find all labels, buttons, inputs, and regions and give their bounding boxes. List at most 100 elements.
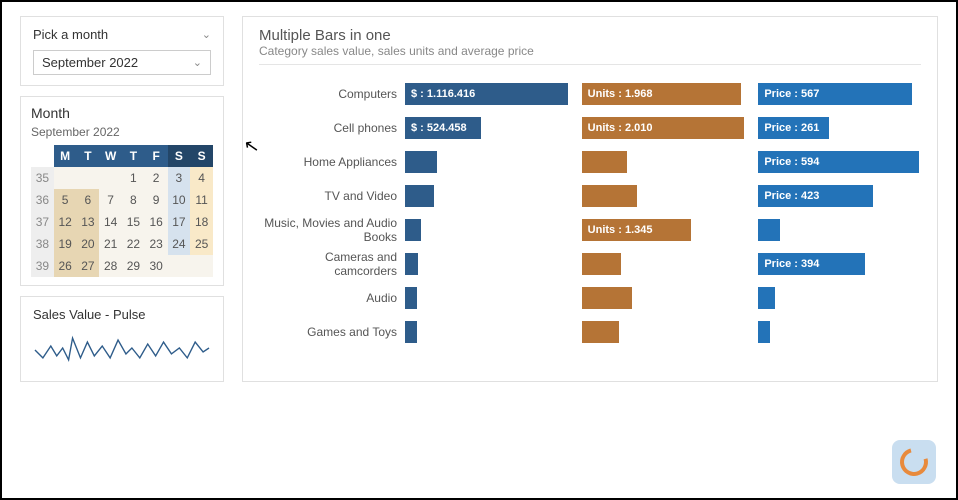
chart-title: Multiple Bars in one — [259, 27, 921, 44]
bar-value[interactable] — [405, 287, 417, 309]
bar-price[interactable] — [758, 287, 774, 309]
chart-panel: Multiple Bars in one Category sales valu… — [242, 16, 938, 382]
bar-units[interactable] — [582, 321, 619, 343]
bar-value[interactable] — [405, 219, 421, 241]
bar-price[interactable] — [758, 219, 780, 241]
calendar-day-cell[interactable]: 23 — [145, 233, 168, 255]
bar-value[interactable] — [405, 151, 437, 173]
chevron-down-icon: ⌄ — [193, 56, 202, 69]
calendar-day-cell[interactable]: 16 — [145, 211, 168, 233]
chart-row: Games and Toys — [259, 317, 921, 347]
category-label: Computers — [259, 87, 405, 101]
category-label: Cameras and camcorders — [259, 250, 405, 278]
bar-value[interactable] — [405, 253, 418, 275]
calendar-day-header: T — [122, 145, 145, 167]
calendar-day-cell[interactable]: 10 — [168, 189, 191, 211]
calendar-day-cell[interactable]: 27 — [77, 255, 100, 277]
calendar-day-header: S — [190, 145, 213, 167]
bar-price[interactable]: Price : 594 — [758, 151, 919, 173]
chart-row: Computers$ : 1.116.416 Units : 1.968 Price… — [259, 79, 921, 109]
calendar-day-cell — [99, 167, 122, 189]
chart-row: Music, Movies and Audio Books Units : 1.3… — [259, 215, 921, 245]
calendar-grid: MTWTFSS 35123436567891011371213141516171… — [31, 145, 213, 277]
bar-units[interactable]: Units : 2.010 — [582, 117, 745, 139]
bar-price[interactable] — [758, 321, 770, 343]
calendar-day-cell[interactable]: 12 — [54, 211, 77, 233]
calendar-day-cell[interactable]: 2 — [145, 167, 168, 189]
bar-value[interactable] — [405, 185, 434, 207]
calendar-day-cell[interactable]: 11 — [190, 189, 213, 211]
calendar-week-number: 36 — [31, 189, 54, 211]
category-label: Music, Movies and Audio Books — [259, 216, 405, 244]
calendar-week-number: 37 — [31, 211, 54, 233]
chart-row: Home AppliancesPrice : 594 — [259, 147, 921, 177]
chart-row: Cameras and camcorders Price : 394 — [259, 249, 921, 279]
pulse-title: Sales Value - Pulse — [33, 307, 211, 322]
calendar-day-cell[interactable]: 7 — [99, 189, 122, 211]
chart-row: Cell phones$ : 524.458 Units : 2.010 Price… — [259, 113, 921, 143]
category-label: Cell phones — [259, 121, 405, 135]
calendar-day-cell[interactable]: 18 — [190, 211, 213, 233]
chart-subtitle: Category sales value, sales units and av… — [259, 44, 921, 58]
calendar-day-cell[interactable]: 24 — [168, 233, 191, 255]
bar-value[interactable]: $ : 1.116.416 — [405, 83, 568, 105]
calendar-day-cell[interactable]: 3 — [168, 167, 191, 189]
calendar-day-cell[interactable]: 9 — [145, 189, 168, 211]
calendar-day-header: S — [168, 145, 191, 167]
bar-price[interactable]: Price : 423 — [758, 185, 873, 207]
calendar-day-header: W — [99, 145, 122, 167]
bar-price[interactable]: Price : 567 — [758, 83, 912, 105]
calendar-week-number: 39 — [31, 255, 54, 277]
calendar-title: Month — [31, 105, 213, 121]
chart-row: Audio — [259, 283, 921, 313]
pulse-sparkline — [33, 328, 211, 368]
calendar-day-cell[interactable]: 5 — [54, 189, 77, 211]
calendar-day-cell — [77, 167, 100, 189]
calendar-day-cell[interactable]: 15 — [122, 211, 145, 233]
calendar-day-cell[interactable]: 8 — [122, 189, 145, 211]
calendar-day-header: T — [77, 145, 100, 167]
calendar-day-cell — [168, 255, 191, 277]
bar-units[interactable] — [582, 151, 627, 173]
calendar-day-cell[interactable]: 22 — [122, 233, 145, 255]
bar-price[interactable]: Price : 394 — [758, 253, 865, 275]
calendar-day-cell[interactable]: 26 — [54, 255, 77, 277]
calendar-day-cell[interactable]: 13 — [77, 211, 100, 233]
collapse-icon[interactable]: ⌄ — [202, 28, 211, 41]
calendar-day-cell[interactable]: 6 — [77, 189, 100, 211]
calendar-day-cell[interactable]: 14 — [99, 211, 122, 233]
category-label: Games and Toys — [259, 325, 405, 339]
month-picker-title: Pick a month — [33, 27, 108, 42]
month-dropdown-value: September 2022 — [42, 55, 138, 70]
calendar-panel: Month September 2022 MTWTFSS 35123436567… — [20, 96, 224, 286]
calendar-day-header — [31, 145, 54, 167]
bar-units[interactable] — [582, 287, 632, 309]
bar-units[interactable]: Units : 1.345 — [582, 219, 691, 241]
calendar-day-header: M — [54, 145, 77, 167]
bar-units[interactable] — [582, 253, 622, 275]
calendar-day-cell[interactable]: 17 — [168, 211, 191, 233]
calendar-day-cell[interactable]: 4 — [190, 167, 213, 189]
bar-value[interactable] — [405, 321, 417, 343]
bar-value[interactable]: $ : 524.458 — [405, 117, 481, 139]
calendar-day-cell[interactable]: 21 — [99, 233, 122, 255]
bar-units[interactable]: Units : 1.968 — [582, 83, 741, 105]
calendar-day-cell — [190, 255, 213, 277]
bar-price[interactable]: Price : 261 — [758, 117, 829, 139]
calendar-day-cell[interactable]: 30 — [145, 255, 168, 277]
brand-logo — [892, 440, 936, 484]
calendar-day-cell[interactable]: 20 — [77, 233, 100, 255]
calendar-day-header: F — [145, 145, 168, 167]
calendar-week-number: 38 — [31, 233, 54, 255]
calendar-day-cell[interactable]: 19 — [54, 233, 77, 255]
calendar-week-number: 35 — [31, 167, 54, 189]
pulse-panel: Sales Value - Pulse — [20, 296, 224, 382]
calendar-day-cell — [54, 167, 77, 189]
chart-row: TV and VideoPrice : 423 — [259, 181, 921, 211]
calendar-day-cell[interactable]: 25 — [190, 233, 213, 255]
bar-units[interactable] — [582, 185, 637, 207]
calendar-day-cell[interactable]: 29 — [122, 255, 145, 277]
calendar-day-cell[interactable]: 1 — [122, 167, 145, 189]
month-dropdown[interactable]: September 2022 ⌄ — [33, 50, 211, 75]
calendar-day-cell[interactable]: 28 — [99, 255, 122, 277]
